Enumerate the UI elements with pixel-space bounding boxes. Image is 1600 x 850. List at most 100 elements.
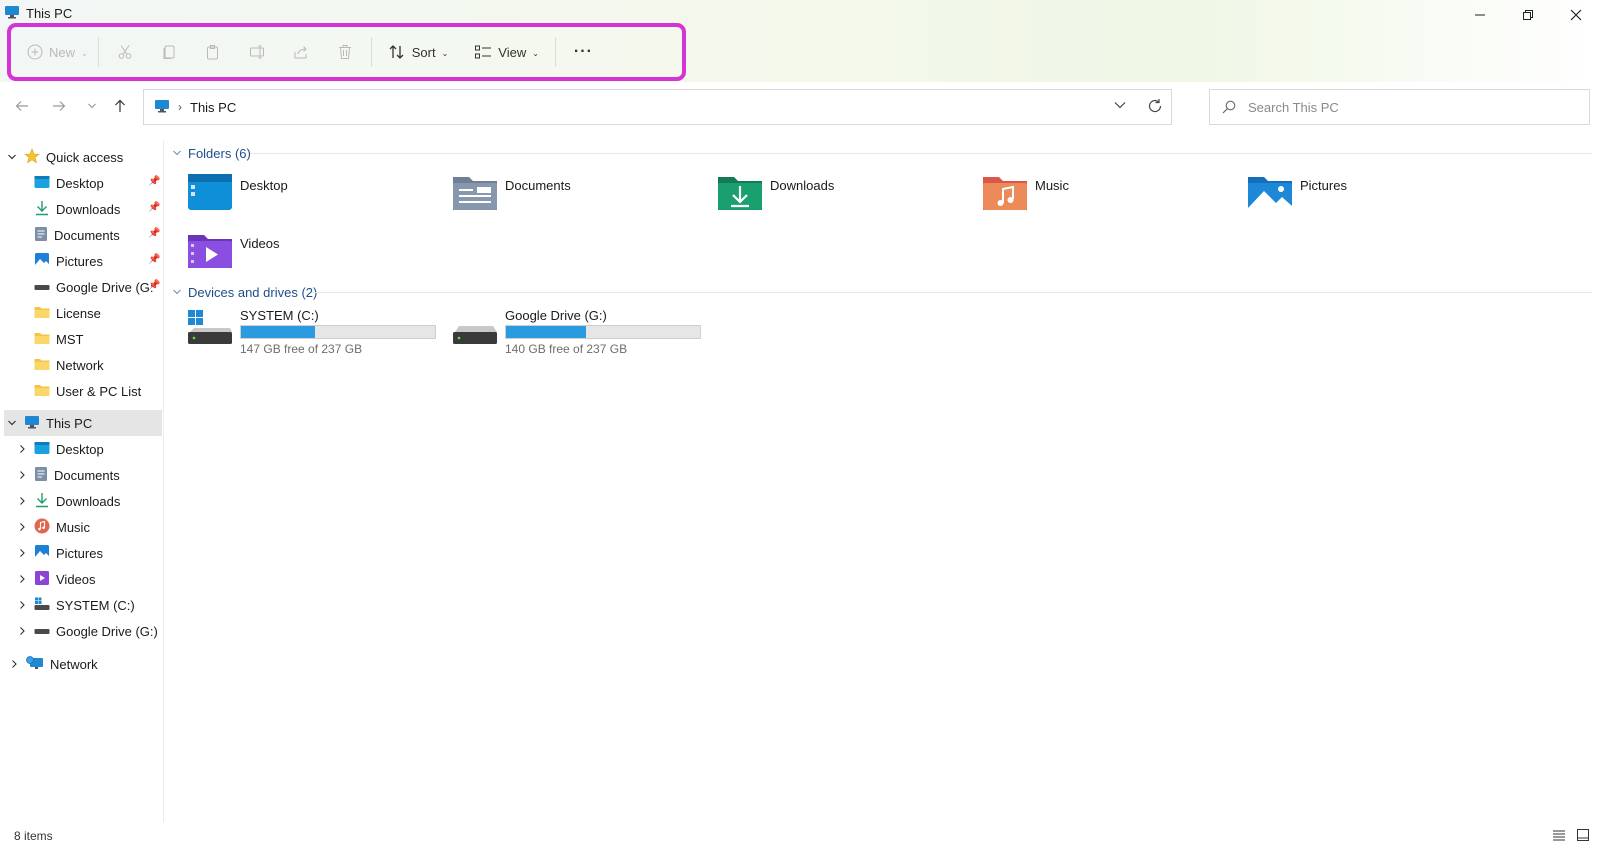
drive-tile-system[interactable]: SYSTEM (C:) 147 GB free of 237 GB — [188, 308, 448, 364]
sidebar-item-label: This PC — [46, 415, 93, 431]
drive-usage-fill — [241, 326, 315, 338]
tiles-view-button[interactable] — [1576, 828, 1590, 845]
music-icon — [34, 518, 50, 537]
cut-button[interactable] — [103, 34, 147, 70]
close-icon — [1570, 9, 1582, 21]
sidebar-item-pc-videos[interactable]: Videos — [16, 566, 96, 592]
back-button[interactable] — [9, 94, 35, 118]
sidebar-item-quick-access[interactable]: Quick access — [6, 144, 123, 170]
clipboard-icon — [206, 45, 218, 60]
window-title: This PC — [26, 5, 73, 21]
sidebar-item-pc-music[interactable]: Music — [16, 514, 90, 540]
folder-tile-downloads[interactable]: Downloads — [718, 174, 968, 222]
address-history-button[interactable] — [1113, 98, 1127, 115]
copy-icon — [163, 45, 175, 59]
chevron-right-icon — [16, 470, 28, 480]
sidebar-item-label: Downloads — [56, 493, 121, 509]
folder-icon — [34, 357, 50, 374]
recent-locations-button[interactable] — [79, 94, 105, 118]
minimize-button[interactable] — [1456, 0, 1504, 30]
sort-button[interactable]: Sort ⌄ — [382, 34, 455, 70]
share-button[interactable] — [279, 34, 323, 70]
group-divider — [250, 153, 1592, 154]
sidebar-item-desktop[interactable]: Desktop — [34, 170, 104, 196]
toolbar-divider — [370, 37, 372, 67]
view-toggles — [1552, 828, 1590, 845]
folder-icon — [34, 331, 50, 348]
minimize-icon — [1475, 14, 1485, 16]
group-divider — [312, 292, 1592, 293]
sidebar-item-this-pc[interactable]: This PC — [4, 410, 162, 436]
pin-icon: 📌 — [148, 202, 161, 213]
documents-icon — [34, 466, 48, 485]
forward-button[interactable] — [46, 94, 72, 118]
folder-icon — [34, 383, 50, 400]
chevron-down-icon — [1114, 102, 1126, 109]
downloads-icon — [34, 492, 50, 511]
view-icon — [475, 45, 492, 59]
folder-tile-documents[interactable]: Documents — [453, 174, 703, 222]
folder-tile-music[interactable]: Music — [983, 174, 1233, 222]
chevron-down-icon — [88, 103, 96, 109]
sidebar-item-pc-system-drive[interactable]: SYSTEM (C:) — [16, 592, 135, 618]
paste-button[interactable] — [191, 34, 235, 70]
sidebar-item-pc-google-drive[interactable]: Google Drive (G:) — [16, 618, 158, 644]
new-button[interactable]: New ⌄ — [21, 34, 94, 70]
folder-tile-pictures[interactable]: Pictures — [1248, 174, 1498, 222]
up-button[interactable] — [107, 94, 133, 118]
drive-icon — [453, 310, 497, 351]
desktop-icon — [34, 175, 50, 192]
sidebar-item-license[interactable]: License — [34, 300, 101, 326]
chevron-right-icon — [16, 574, 28, 584]
sidebar-item-network-folder[interactable]: Network — [34, 352, 104, 378]
delete-button[interactable] — [323, 34, 367, 70]
chevron-right-icon — [16, 522, 28, 532]
system-drive-icon — [34, 597, 50, 614]
sidebar-item-mst[interactable]: MST — [34, 326, 83, 352]
sidebar-item-documents[interactable]: Documents — [34, 222, 120, 248]
drive-tile-google-drive[interactable]: Google Drive (G:) 140 GB free of 237 GB — [453, 308, 713, 364]
chevron-down-icon: ⌄ — [81, 48, 88, 58]
new-label: New — [49, 44, 76, 60]
sidebar-item-label: Pictures — [56, 545, 103, 561]
this-pc-icon — [154, 99, 170, 116]
address-bar[interactable]: › This PC — [143, 89, 1172, 125]
sidebar-item-pc-documents[interactable]: Documents — [16, 462, 120, 488]
sidebar-item-pictures[interactable]: Pictures — [34, 248, 103, 274]
sidebar-item-user-pc-list[interactable]: User & PC List — [34, 378, 141, 404]
folder-tile-desktop[interactable]: Desktop — [188, 174, 438, 222]
folder-label: Music — [1035, 178, 1069, 193]
chevron-down-icon: ⌄ — [441, 48, 449, 58]
sidebar-item-label: Google Drive (G: — [56, 279, 154, 295]
tiles-view-icon — [1577, 829, 1589, 841]
refresh-icon — [1148, 99, 1162, 113]
sidebar-item-downloads[interactable]: Downloads — [34, 196, 120, 222]
view-button[interactable]: View ⌄ — [468, 34, 545, 70]
this-pc-icon — [24, 415, 40, 432]
drive-usage-fill — [506, 326, 586, 338]
restore-button[interactable] — [1504, 0, 1552, 30]
folders-group-header[interactable]: Folders (6) — [172, 143, 251, 163]
videos-icon — [34, 570, 50, 589]
sidebar-item-pc-downloads[interactable]: Downloads — [16, 488, 120, 514]
refresh-button[interactable] — [1147, 98, 1163, 117]
share-icon — [294, 46, 307, 59]
sidebar-item-pc-desktop[interactable]: Desktop — [16, 436, 104, 462]
search-placeholder: Search This PC — [1248, 99, 1339, 115]
sidebar-item-network[interactable]: Network — [8, 651, 98, 677]
sidebar-item-google-drive[interactable]: Google Drive (G: — [34, 274, 154, 300]
drive-icon — [34, 624, 50, 639]
sidebar-item-label: Music — [56, 519, 90, 535]
close-button[interactable] — [1552, 0, 1600, 30]
search-input[interactable]: Search This PC — [1209, 89, 1590, 125]
copy-button[interactable] — [147, 34, 191, 70]
breadcrumb-this-pc[interactable]: This PC — [190, 100, 236, 115]
sidebar-item-label: Network — [56, 357, 104, 373]
drives-group-header[interactable]: Devices and drives (2) — [172, 282, 317, 302]
rename-button[interactable] — [235, 34, 279, 70]
folder-tile-videos[interactable]: Videos — [188, 232, 438, 280]
sidebar-item-pc-pictures[interactable]: Pictures — [16, 540, 103, 566]
details-view-button[interactable] — [1552, 828, 1566, 845]
sort-label: Sort — [411, 44, 436, 60]
more-options-button[interactable]: ··· — [568, 34, 599, 70]
